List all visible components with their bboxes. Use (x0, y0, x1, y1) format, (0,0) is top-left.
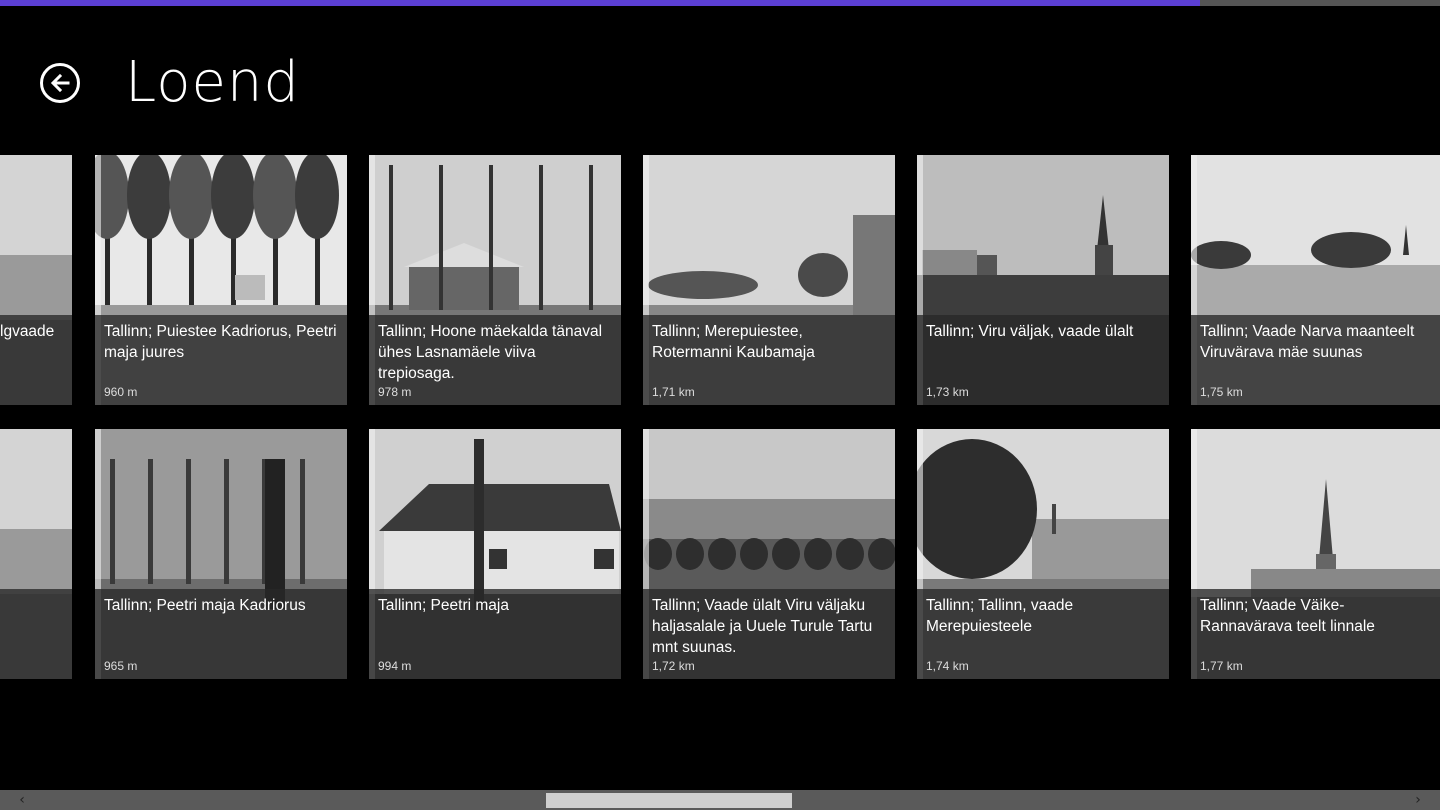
tile-caption (0, 589, 72, 679)
photo-tile[interactable]: Tallinn; Vaade ülalt Viru väljaku haljas… (643, 429, 895, 679)
photo-tile[interactable]: Tallinn; Peetri maja 994 m (369, 429, 621, 679)
tile-distance: 994 m (378, 659, 412, 673)
tile-caption: Tallinn; Peetri maja 994 m (369, 589, 621, 679)
tile-distance: 1,73 km (926, 385, 969, 399)
tile-caption: Tallinn; Hoone mäekalda tänaval ühes Las… (369, 315, 621, 405)
tile-caption: Tallinn; Vaade Narva maanteelt Viruvärav… (1191, 315, 1440, 405)
photo-tile[interactable]: Tallinn; Hoone mäekalda tänaval ühes Las… (369, 155, 621, 405)
tile-distance: 965 m (104, 659, 138, 673)
photo-tile[interactable]: Tallinn; Vaade Narva maanteelt Viruvärav… (1191, 155, 1440, 405)
tile-title: Tallinn; Peetri maja (378, 597, 509, 614)
tile-title: Tallinn; Puiestee Kadriorus, Peetri maja… (104, 323, 337, 361)
tile-title: Tallinn; Vaade Väike-Rannavärava teelt l… (1200, 597, 1375, 635)
photo-tile[interactable]: Tallinn; Puiestee Kadriorus, Peetri maja… (95, 155, 347, 405)
scroll-right-icon[interactable]: › (1410, 792, 1426, 808)
photo-tile[interactable]: Tallinn; Tallinn, vaade Merepuiesteele 1,… (917, 429, 1169, 679)
tile-caption: lgvaade (0, 315, 72, 405)
tile-title: Tallinn; Peetri maja Kadriorus (104, 597, 306, 614)
tile-caption: Tallinn; Vaade ülalt Viru väljaku haljas… (643, 589, 895, 679)
tile-distance: 978 m (378, 385, 412, 399)
tile-title: Tallinn; Hoone mäekalda tänaval ühes Las… (378, 323, 603, 382)
tile-caption: Tallinn; Peetri maja Kadriorus 965 m (95, 589, 347, 679)
tile-title: Tallinn; Vaade ülalt Viru väljaku haljas… (652, 597, 873, 656)
tile-distance: 1,77 km (1200, 659, 1243, 673)
photo-grid: lgvaade Tallinn; Puiestee Kadriorus, Peet… (0, 0, 1440, 790)
tile-distance: 1,71 km (652, 385, 695, 399)
tile-title: lgvaade (0, 323, 55, 340)
photo-tile[interactable]: Tallinn; Merepuiestee, Rotermanni Kaubam… (643, 155, 895, 405)
tile-caption: Tallinn; Merepuiestee, Rotermanni Kaubam… (643, 315, 895, 405)
scroll-left-icon[interactable]: ‹ (14, 792, 30, 808)
tile-caption: Tallinn; Vaade Väike-Rannavärava teelt l… (1191, 589, 1440, 679)
tile-distance: 960 m (104, 385, 138, 399)
tile-distance: 1,72 km (652, 659, 695, 673)
photo-tile[interactable] (0, 429, 72, 679)
tile-title: Tallinn; Merepuiestee, Rotermanni Kaubam… (652, 323, 815, 361)
tile-caption: Tallinn; Puiestee Kadriorus, Peetri maja… (95, 315, 347, 405)
photo-tile[interactable]: Tallinn; Vaade Väike-Rannavärava teelt l… (1191, 429, 1440, 679)
tile-caption: Tallinn; Viru väljak, vaade ülalt 1,73 km (917, 315, 1169, 405)
photo-tile[interactable]: Tallinn; Viru väljak, vaade ülalt 1,73 km (917, 155, 1169, 405)
photo-tile[interactable]: Tallinn; Peetri maja Kadriorus 965 m (95, 429, 347, 679)
scroll-thumb[interactable] (546, 793, 792, 808)
tile-title: Tallinn; Tallinn, vaade Merepuiesteele (926, 597, 1074, 635)
horizontal-scrollbar[interactable]: ‹ › (0, 790, 1440, 810)
photo-tile[interactable]: lgvaade (0, 155, 72, 405)
tile-title: Tallinn; Viru väljak, vaade ülalt (926, 323, 1134, 340)
tile-caption: Tallinn; Tallinn, vaade Merepuiesteele 1,… (917, 589, 1169, 679)
tile-distance: 1,74 km (926, 659, 969, 673)
tile-title: Tallinn; Vaade Narva maanteelt Viruvärav… (1200, 323, 1415, 361)
tile-distance: 1,75 km (1200, 385, 1243, 399)
